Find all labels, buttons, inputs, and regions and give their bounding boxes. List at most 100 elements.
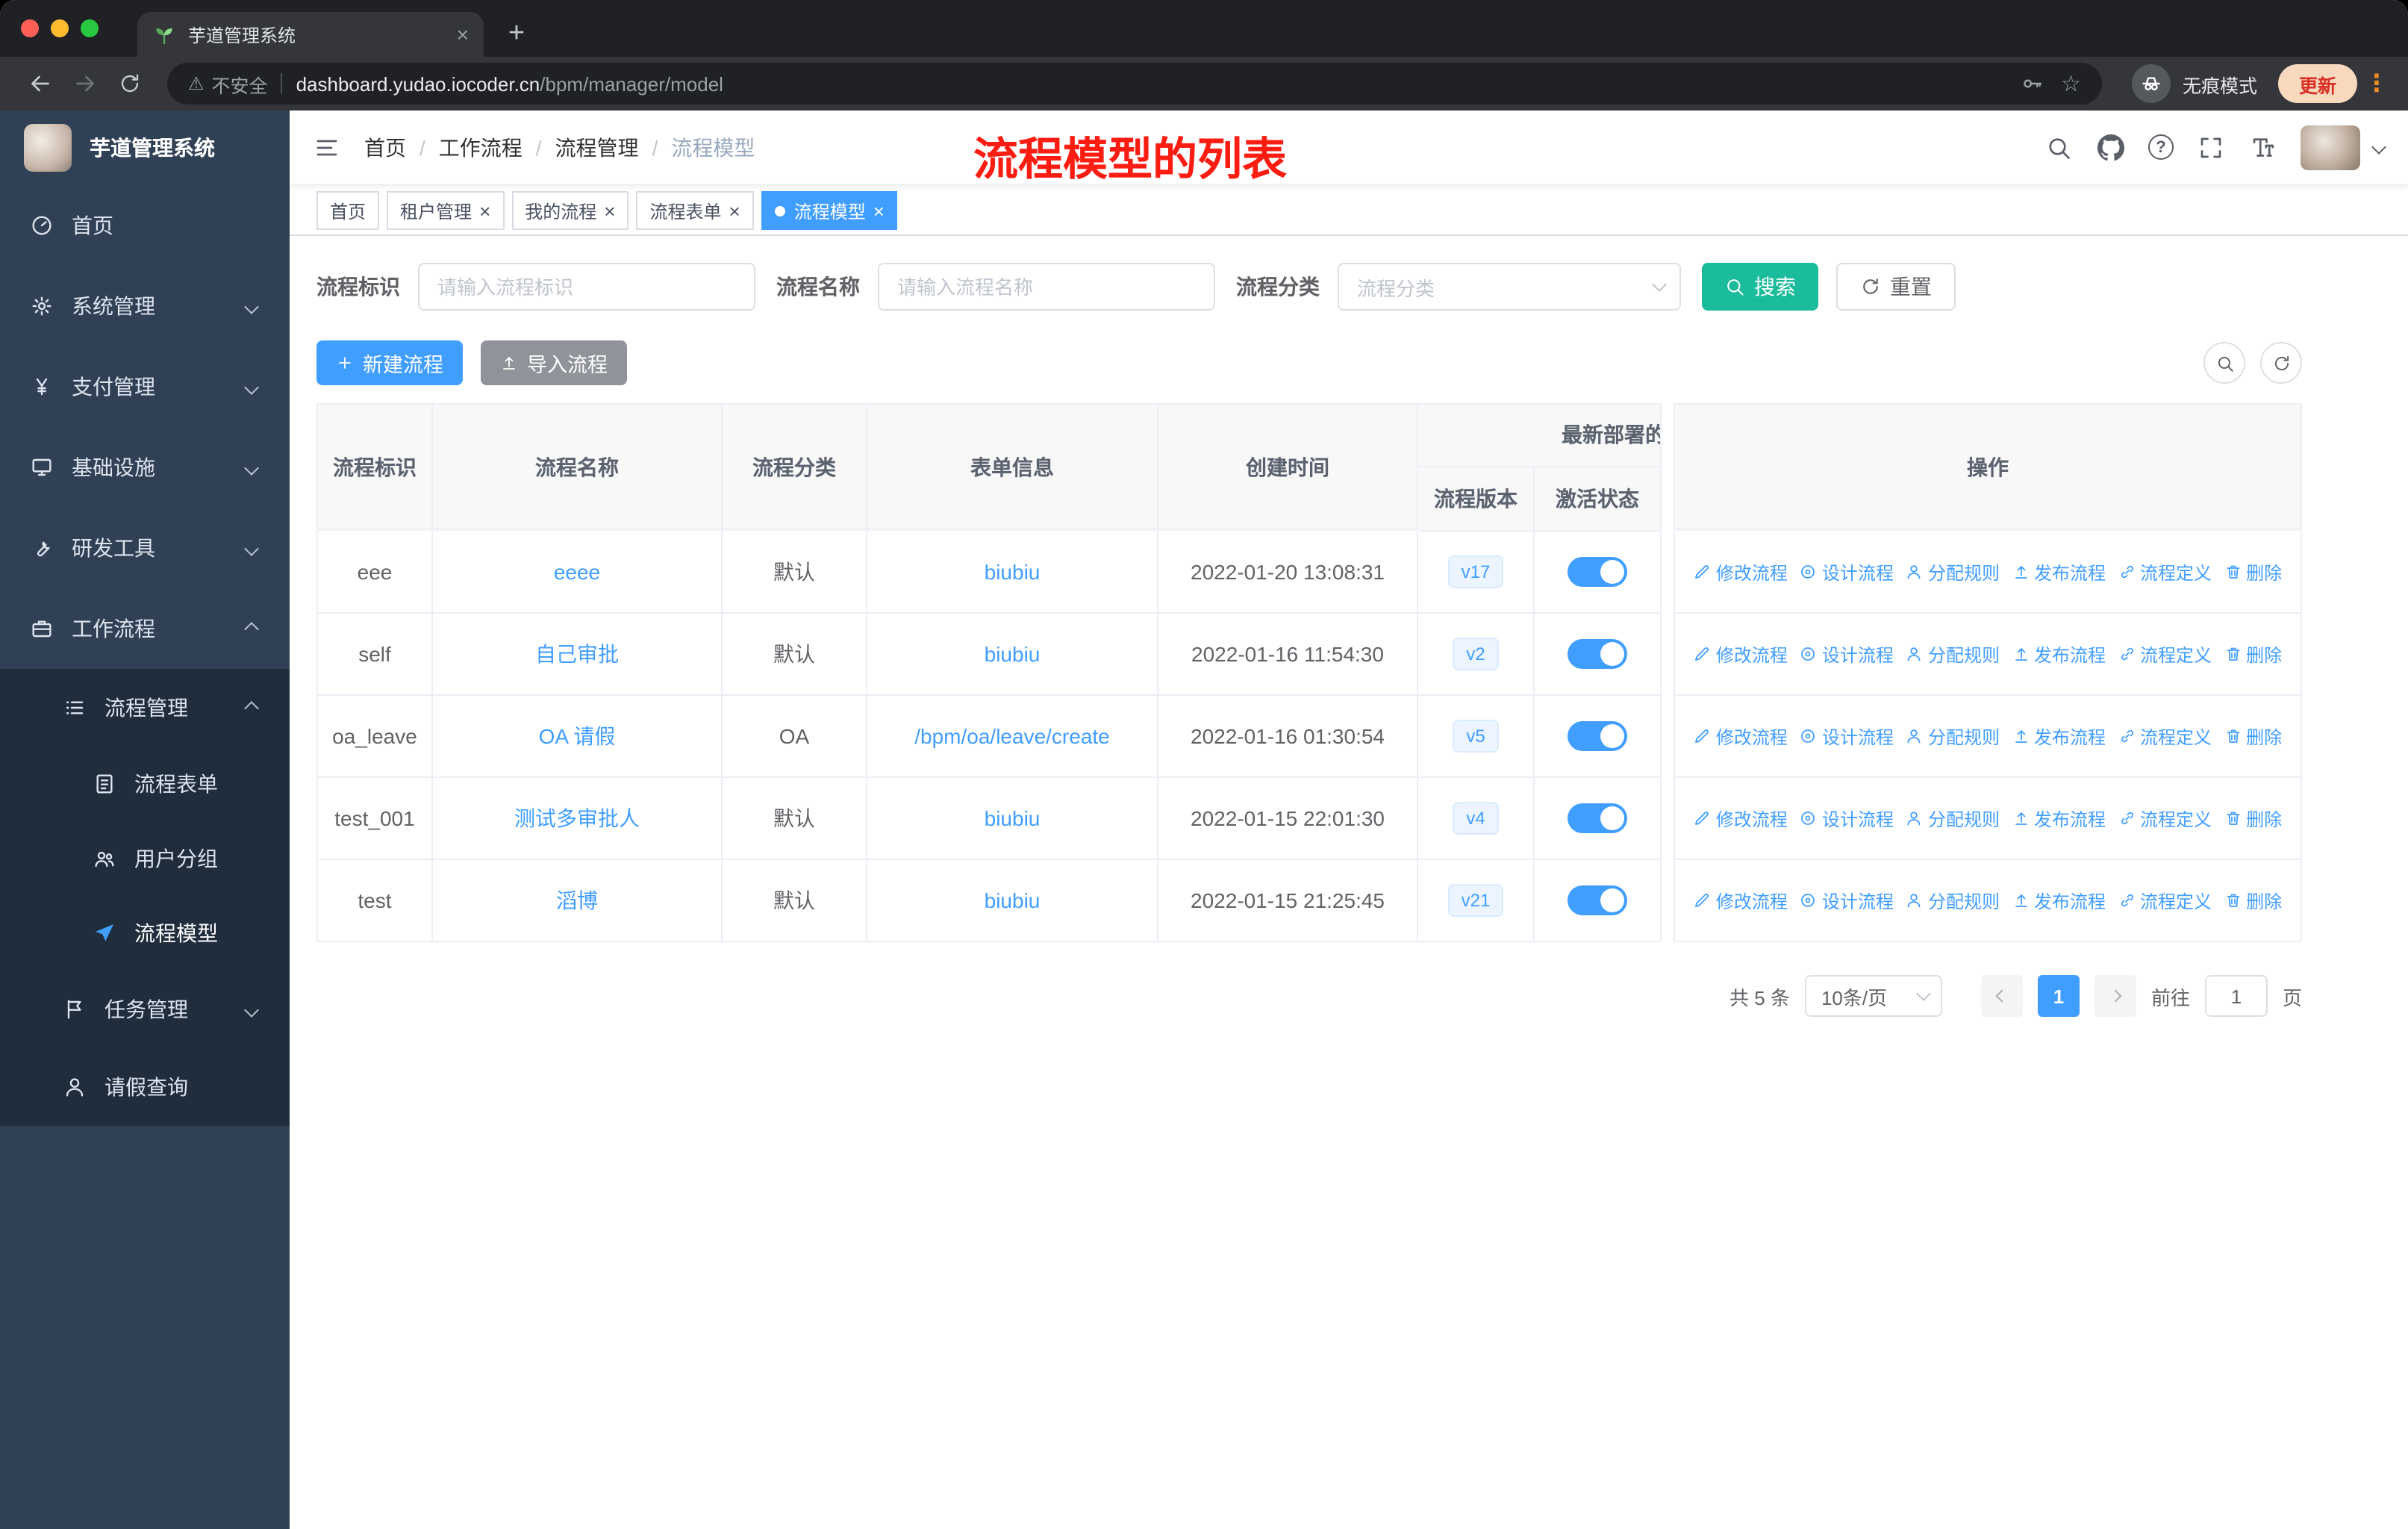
breadcrumb-item[interactable]: 首页 — [364, 132, 406, 162]
sidebar-item-home[interactable]: 首页 — [0, 185, 290, 266]
font-size-button[interactable] — [2248, 134, 2278, 161]
tagsview-tab[interactable]: 首页 — [316, 191, 380, 230]
action-delete[interactable]: 删除 — [2224, 806, 2282, 831]
url-bar[interactable]: ⚠ 不安全 dashboard.yudao.iocoder.cn/bpm/man… — [167, 63, 2102, 105]
close-icon[interactable]: × — [873, 201, 885, 220]
sidebar-item-payment-management[interactable]: 支付管理 — [0, 346, 290, 427]
tagsview-tab[interactable]: 租户管理 × — [387, 191, 505, 230]
form-info-link[interactable]: biubiu — [985, 806, 1041, 830]
create-process-button[interactable]: 新建流程 — [316, 340, 463, 385]
status-toggle[interactable] — [1568, 557, 1627, 587]
security-label[interactable]: 不安全 — [212, 69, 268, 98]
action-edit[interactable]: 修改流程 — [1694, 559, 1788, 585]
model-name-link[interactable]: eeee — [554, 560, 600, 584]
action-define[interactable]: 流程定义 — [2118, 641, 2212, 667]
sidebar-item-task-management[interactable]: 任务管理 — [0, 971, 290, 1048]
model-name-link[interactable]: 测试多审批人 — [514, 803, 640, 833]
model-name-link[interactable]: 自己审批 — [535, 639, 619, 669]
action-design[interactable]: 设计流程 — [1800, 723, 1894, 749]
close-icon[interactable]: × — [729, 201, 740, 220]
action-publish[interactable]: 发布流程 — [2012, 641, 2106, 667]
page-number-button[interactable]: 1 — [2037, 975, 2080, 1017]
refresh-table-button[interactable] — [2260, 342, 2302, 384]
forward-button[interactable] — [63, 70, 107, 97]
category-select[interactable]: 流程分类 — [1338, 263, 1681, 311]
help-button[interactable]: ? — [2148, 134, 2174, 160]
action-publish[interactable]: 发布流程 — [2012, 806, 2106, 831]
action-delete[interactable]: 删除 — [2224, 723, 2282, 749]
action-publish[interactable]: 发布流程 — [2012, 888, 2106, 913]
fullscreen-button[interactable] — [2196, 134, 2226, 161]
github-button[interactable] — [2096, 134, 2126, 161]
reset-button[interactable]: 重置 — [1836, 263, 1956, 311]
process-name-input[interactable] — [878, 263, 1215, 311]
user-avatar[interactable] — [2301, 125, 2360, 169]
form-info-link[interactable]: biubiu — [985, 888, 1041, 912]
action-assign[interactable]: 分配规则 — [1906, 559, 2000, 585]
bookmark-star-icon[interactable]: ☆ — [2061, 70, 2081, 97]
form-info-link[interactable]: biubiu — [985, 642, 1041, 666]
action-delete[interactable]: 删除 — [2224, 559, 2282, 585]
action-publish[interactable]: 发布流程 — [2012, 723, 2106, 749]
action-publish[interactable]: 发布流程 — [2012, 559, 2106, 585]
search-button[interactable] — [2044, 134, 2074, 161]
macos-close-button[interactable] — [21, 19, 39, 37]
action-assign[interactable]: 分配规则 — [1906, 641, 2000, 667]
close-icon[interactable]: × — [479, 201, 490, 220]
sidebar-item-system-management[interactable]: 系统管理 — [0, 266, 290, 346]
key-icon[interactable] — [2019, 72, 2043, 96]
sidebar-item-user-group[interactable]: 用户分组 — [0, 821, 290, 896]
action-edit[interactable]: 修改流程 — [1694, 806, 1788, 831]
sidebar-item-leave-query[interactable]: 请假查询 — [0, 1048, 290, 1126]
back-button[interactable] — [18, 70, 63, 97]
macos-zoom-button[interactable] — [81, 19, 99, 37]
status-toggle[interactable] — [1568, 639, 1627, 669]
sidebar-item-process-management[interactable]: 流程管理 — [0, 669, 290, 747]
new-tab-button[interactable]: + — [496, 13, 537, 55]
status-toggle[interactable] — [1568, 803, 1627, 833]
action-design[interactable]: 设计流程 — [1800, 559, 1894, 585]
sidebar-item-infrastructure[interactable]: 基础设施 — [0, 427, 290, 508]
form-info-link[interactable]: /bpm/oa/leave/create — [914, 724, 1110, 748]
breadcrumb-item[interactable]: 流程管理 — [555, 132, 639, 162]
tagsview-tab[interactable]: 我的流程 × — [511, 191, 629, 230]
goto-page-input[interactable] — [2204, 975, 2268, 1017]
page-size-select[interactable]: 10条/页 — [1804, 975, 1942, 1017]
tab-close-icon[interactable]: × — [457, 24, 469, 45]
macos-minimize-button[interactable] — [51, 19, 69, 37]
form-info-link[interactable]: biubiu — [985, 560, 1041, 584]
sidebar-item-workflow[interactable]: 工作流程 — [0, 588, 290, 669]
toggle-search-button[interactable] — [2203, 342, 2245, 384]
action-edit[interactable]: 修改流程 — [1694, 888, 1788, 913]
import-process-button[interactable]: 导入流程 — [481, 340, 627, 385]
action-edit[interactable]: 修改流程 — [1694, 723, 1788, 749]
status-toggle[interactable] — [1568, 885, 1627, 915]
close-icon[interactable]: × — [604, 201, 615, 220]
reload-button[interactable] — [107, 72, 152, 96]
action-define[interactable]: 流程定义 — [2118, 806, 2212, 831]
model-name-link[interactable]: 滔博 — [556, 885, 598, 915]
action-design[interactable]: 设计流程 — [1800, 888, 1894, 913]
sidebar-item-dev-tools[interactable]: 研发工具 — [0, 508, 290, 588]
action-delete[interactable]: 删除 — [2224, 641, 2282, 667]
breadcrumb-item[interactable]: 工作流程 — [439, 132, 523, 162]
action-delete[interactable]: 删除 — [2224, 888, 2282, 913]
action-edit[interactable]: 修改流程 — [1694, 641, 1788, 667]
prev-page-button[interactable] — [1980, 975, 2023, 1017]
sidebar-collapse-button[interactable] — [314, 134, 340, 161]
sidebar-logo[interactable]: 芋道管理系统 — [0, 110, 290, 185]
search-submit-button[interactable]: 搜索 — [1702, 263, 1818, 311]
update-button[interactable]: 更新 — [2277, 64, 2357, 103]
action-assign[interactable]: 分配规则 — [1906, 888, 2000, 913]
next-page-button[interactable] — [2094, 975, 2136, 1017]
action-design[interactable]: 设计流程 — [1800, 641, 1894, 667]
action-assign[interactable]: 分配规则 — [1906, 806, 2000, 831]
action-define[interactable]: 流程定义 — [2118, 559, 2212, 585]
tagsview-tab[interactable]: 流程模型 × — [761, 191, 898, 230]
action-assign[interactable]: 分配规则 — [1906, 723, 2000, 749]
process-key-input[interactable] — [418, 263, 755, 311]
sidebar-item-process-model[interactable]: 流程模型 — [0, 896, 290, 971]
menu-kebab-icon[interactable]: ⋮ — [2363, 69, 2390, 99]
tagsview-tab[interactable]: 流程表单 × — [636, 191, 754, 230]
action-define[interactable]: 流程定义 — [2118, 723, 2212, 749]
